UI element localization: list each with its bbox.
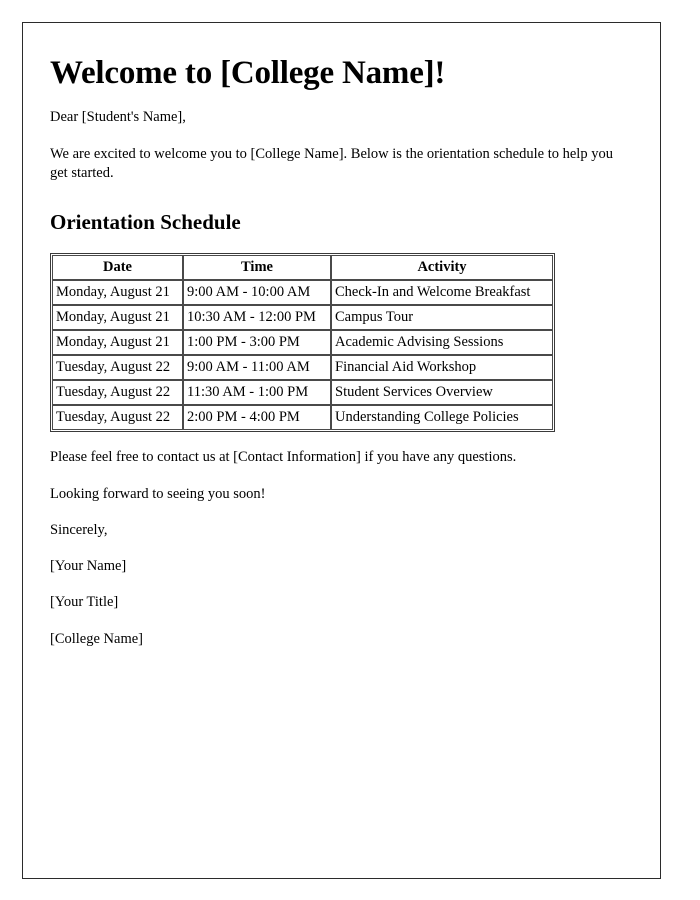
cell-date: Monday, August 21 (52, 330, 183, 356)
column-header-time: Time (183, 255, 331, 281)
sign-off: Sincerely, (50, 521, 108, 538)
document-body: Welcome to [College Name]! Dear [Student… (50, 37, 642, 649)
signature-name: [Your Name] (50, 558, 127, 575)
schedule-table-wrapper: Date Time Activity Monday, August 21 9:0… (50, 253, 642, 433)
orientation-schedule-table: Date Time Activity Monday, August 21 9:0… (50, 253, 555, 433)
cell-date: Tuesday, August 22 (52, 405, 183, 431)
table-row: Monday, August 21 9:00 AM - 10:00 AM Che… (52, 280, 553, 306)
closing-paragraph: Looking forward to seeing you soon! (50, 485, 266, 502)
signature-organization: [College Name] (50, 630, 144, 647)
cell-time: 1:00 PM - 3:00 PM (183, 330, 331, 356)
column-header-date: Date (52, 255, 183, 281)
cell-date: Tuesday, August 22 (52, 380, 183, 406)
cell-time: 9:00 AM - 10:00 AM (183, 280, 331, 306)
cell-date: Monday, August 21 (52, 305, 183, 331)
page-title: Welcome to [College Name]! (50, 55, 446, 91)
cell-time: 2:00 PM - 4:00 PM (183, 405, 331, 431)
cell-activity: Check-In and Welcome Breakfast (331, 280, 553, 306)
salutation: Dear [Student's Name], (50, 109, 186, 126)
table-row: Monday, August 21 1:00 PM - 3:00 PM Acad… (52, 330, 553, 356)
table-header-row: Date Time Activity (52, 255, 553, 281)
cell-time: 11:30 AM - 1:00 PM (183, 380, 331, 406)
cell-activity: Campus Tour (331, 305, 553, 331)
cell-activity: Understanding College Policies (331, 405, 553, 431)
cell-time: 10:30 AM - 12:00 PM (183, 305, 331, 331)
section-heading-orientation-schedule: Orientation Schedule (50, 210, 241, 235)
table-row: Tuesday, August 22 11:30 AM - 1:00 PM St… (52, 380, 553, 406)
cell-activity: Academic Advising Sessions (331, 330, 553, 356)
cell-date: Monday, August 21 (52, 280, 183, 306)
table-row: Tuesday, August 22 2:00 PM - 4:00 PM Und… (52, 405, 553, 431)
intro-paragraph: We are excited to welcome you to [Colleg… (50, 145, 613, 181)
page-frame: Welcome to [College Name]! Dear [Student… (22, 22, 661, 879)
table-row: Monday, August 21 10:30 AM - 12:00 PM Ca… (52, 305, 553, 331)
contact-paragraph: Please feel free to contact us at [Conta… (50, 449, 517, 466)
column-header-activity: Activity (331, 255, 553, 281)
cell-activity: Financial Aid Workshop (331, 355, 553, 381)
signature-title: [Your Title] (50, 594, 119, 611)
cell-date: Tuesday, August 22 (52, 355, 183, 381)
cell-activity: Student Services Overview (331, 380, 553, 406)
table-row: Tuesday, August 22 9:00 AM - 11:00 AM Fi… (52, 355, 553, 381)
cell-time: 9:00 AM - 11:00 AM (183, 355, 331, 381)
